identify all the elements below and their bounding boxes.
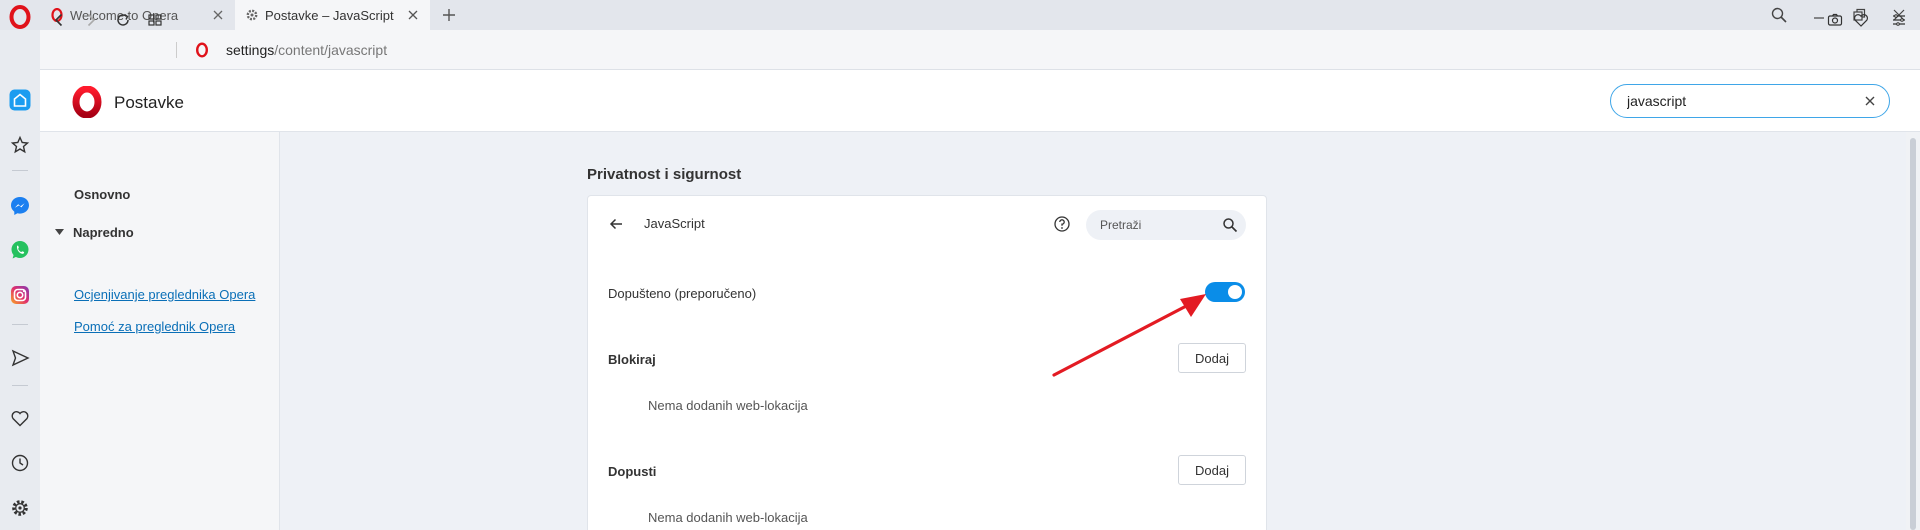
settings-search-input[interactable] — [1627, 92, 1847, 110]
nav-advanced[interactable]: Napredno — [73, 225, 134, 240]
arrow-left-icon[interactable] — [608, 216, 624, 232]
divider — [12, 385, 28, 386]
forward-icon[interactable] — [82, 11, 100, 29]
url-path: /content/javascript — [274, 42, 388, 58]
block-label: Blokiraj — [608, 352, 656, 367]
allow-add-button[interactable]: Dodaj — [1178, 455, 1246, 485]
opera-logo-icon — [195, 42, 209, 58]
back-icon[interactable] — [50, 11, 68, 29]
section-title: Privatnost i sigurnost — [587, 166, 742, 183]
send-icon[interactable] — [8, 346, 32, 370]
settings-search[interactable] — [1610, 84, 1890, 118]
tab-title: Postavke – JavaScript — [265, 7, 394, 23]
card-search-input[interactable] — [1100, 217, 1210, 233]
settings-title: Postavke — [114, 93, 184, 112]
close-icon[interactable] — [1863, 94, 1877, 108]
url-host: settings — [226, 42, 275, 58]
close-icon[interactable] — [406, 8, 420, 22]
heart-icon[interactable] — [1852, 11, 1870, 29]
url-field[interactable]: settings/content/javascript — [226, 42, 387, 58]
star-icon[interactable] — [8, 133, 32, 157]
whatsapp-icon[interactable] — [8, 238, 32, 262]
messenger-icon[interactable] — [8, 194, 32, 218]
close-icon[interactable] — [211, 8, 225, 22]
search-tabs-icon[interactable] — [1770, 6, 1788, 24]
card-title: JavaScript — [644, 216, 705, 231]
opera-help-link[interactable]: Pomoć za preglednik Opera — [74, 319, 235, 334]
divider — [12, 170, 28, 171]
instagram-icon[interactable] — [8, 283, 32, 307]
search-icon — [1223, 218, 1238, 233]
block-empty-text: Nema dodanih web-lokacija — [648, 398, 808, 413]
allow-empty-text: Nema dodanih web-lokacija — [648, 510, 808, 525]
heart-icon[interactable] — [8, 406, 32, 430]
nav-basic[interactable]: Osnovno — [74, 187, 130, 202]
tab-settings-javascript[interactable]: Postavke – JavaScript — [235, 0, 430, 30]
tab-welcome[interactable]: Welcome to Opera — [40, 0, 235, 30]
gear-icon — [246, 9, 258, 21]
caret-down-icon — [55, 229, 64, 235]
gear-icon[interactable] — [8, 496, 32, 520]
divider — [176, 42, 177, 58]
history-icon[interactable] — [8, 451, 32, 475]
rate-opera-link[interactable]: Ocjenjivanje preglednika Opera — [74, 287, 255, 302]
menu-icon[interactable] — [1890, 11, 1908, 29]
opera-logo-icon — [72, 86, 102, 118]
grid-icon[interactable] — [146, 11, 164, 29]
scrollbar-thumb[interactable] — [1910, 138, 1916, 530]
allow-label: Dopusti — [608, 464, 657, 479]
camera-icon[interactable] — [1826, 11, 1844, 29]
opera-menu-icon[interactable] — [8, 5, 32, 29]
allowed-label: Dopušteno (preporučeno) — [608, 286, 757, 301]
toggle-knob — [1228, 285, 1242, 299]
divider — [12, 324, 28, 325]
new-tab-plus-icon[interactable] — [440, 6, 458, 24]
annotation-arrow-icon — [1052, 294, 1206, 377]
reload-icon[interactable] — [114, 11, 132, 29]
help-icon[interactable] — [1053, 215, 1071, 233]
home-icon[interactable] — [8, 88, 32, 112]
